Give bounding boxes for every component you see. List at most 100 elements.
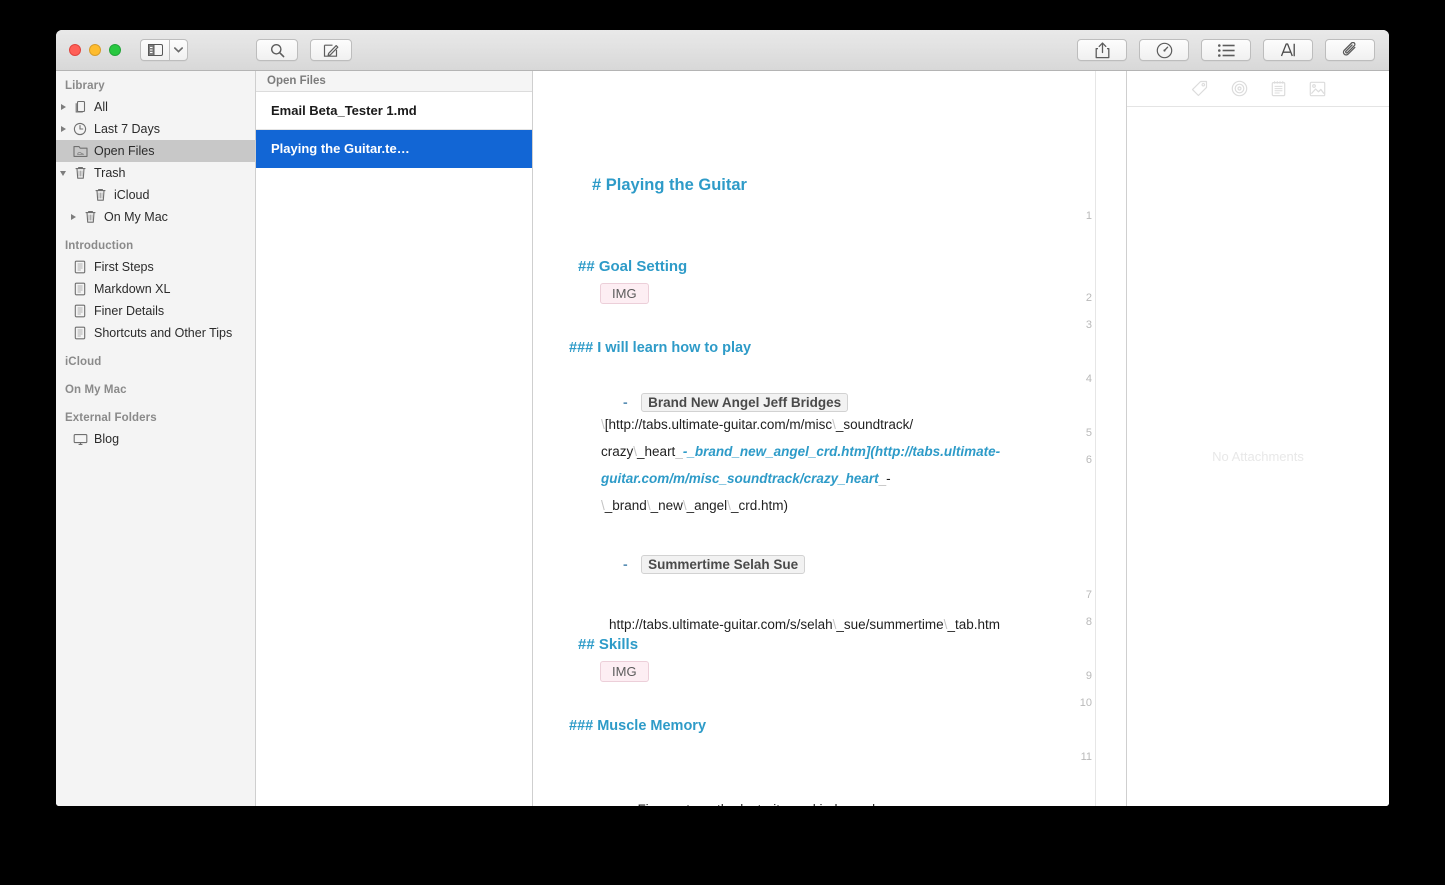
sidebar-group-title-icloud: iCloud	[56, 344, 255, 372]
sidebar-item-label: Blog	[90, 432, 119, 446]
disclosure-triangle[interactable]	[56, 126, 70, 132]
sidebar-item-shortcuts-and-other-tips[interactable]: Shortcuts and Other Tips	[56, 322, 255, 344]
line-number-gutter	[1095, 71, 1126, 806]
sidebar-item-first-steps[interactable]: First Steps	[56, 256, 255, 278]
sidebar-item-blog[interactable]: Blog	[56, 428, 255, 450]
disclosure-triangle[interactable]	[56, 171, 70, 176]
text-format-icon	[1280, 42, 1296, 58]
list-item-brand-new-angel: - Brand New Angel Jeff Bridges	[623, 393, 848, 412]
list-item[interactable]: Playing the Guitar.te…	[256, 130, 532, 168]
line-number: 2	[1066, 292, 1092, 304]
tab-target[interactable]	[1231, 80, 1248, 97]
search-button[interactable]	[256, 39, 298, 61]
document-icon	[70, 304, 90, 318]
dashboard-button[interactable]	[1139, 39, 1189, 61]
file-list-header: Open Files	[256, 71, 532, 92]
line-number: 10	[1066, 697, 1092, 709]
link-text: _new	[651, 498, 683, 513]
link-line-4: \_brand\_new\_angel\_crd.htm)	[601, 492, 1071, 519]
paperclip-icon	[1342, 42, 1359, 58]
sidebar-toggle-group	[140, 39, 188, 61]
compose-button[interactable]	[310, 39, 352, 61]
tag-icon	[1191, 80, 1208, 97]
sidebar-group-title-on-my-mac: On My Mac	[56, 372, 255, 400]
sidebar-item-icloud-trash[interactable]: iCloud	[56, 184, 255, 206]
sidebar-icon	[148, 44, 163, 56]
share-button[interactable]	[1077, 39, 1127, 61]
sidebar-item-finer-details[interactable]: Finer Details	[56, 300, 255, 322]
tab-notes[interactable]	[1271, 80, 1286, 97]
library-sidebar[interactable]: Library All	[56, 71, 256, 806]
link-text: _tab.htm	[947, 617, 1000, 632]
image-placeholder-badge[interactable]: IMG	[600, 661, 649, 682]
open-files-list[interactable]: Open Files Email Beta_Tester 1.md Playin…	[256, 71, 533, 806]
document-icon	[70, 260, 90, 274]
sidebar-item-open-files[interactable]: Open Files	[56, 140, 255, 162]
img-badge-label: IMG	[600, 661, 649, 682]
link-line-2: crazy\_heart_-_brand_new_angel_crd.htm](…	[601, 438, 1071, 492]
app-window: Library All	[56, 30, 1389, 806]
sidebar-item-label: Markdown XL	[90, 282, 170, 296]
tab-images[interactable]	[1309, 81, 1326, 97]
toolbar-mid-group	[256, 39, 352, 61]
disclosure-triangle[interactable]	[66, 214, 80, 220]
toolbar-right-group	[1077, 39, 1375, 61]
sidebar-item-on-my-mac-trash[interactable]: On My Mac	[56, 206, 255, 228]
list-item-finger-strength: - Finger strength, dexterity, and indepe…	[623, 801, 904, 806]
attachments-button[interactable]	[1325, 39, 1375, 61]
list-item-text: Finger strength, dexterity, and independ…	[637, 802, 904, 806]
line-number: 9	[1066, 670, 1092, 682]
sidebar-item-label: Last 7 Days	[90, 122, 160, 136]
sidebar-item-label: First Steps	[90, 260, 154, 274]
notepad-icon	[1271, 80, 1286, 97]
trash-icon	[80, 210, 100, 224]
heading-1: # Playing the Guitar	[592, 176, 747, 195]
heading-2-goal-setting: ## Goal Setting	[578, 258, 687, 275]
trash-icon	[70, 166, 90, 180]
target-icon	[1231, 80, 1248, 97]
format-button[interactable]	[1263, 39, 1313, 61]
disclosure-triangle[interactable]	[56, 104, 70, 110]
trash-icon	[90, 188, 110, 202]
sidebar-item-label: Trash	[90, 166, 126, 180]
sidebar-item-all[interactable]: All	[56, 96, 255, 118]
sidebar-item-last-7-days[interactable]: Last 7 Days	[56, 118, 255, 140]
link-text: _brand	[605, 498, 647, 513]
minimize-window-button[interactable]	[89, 44, 101, 56]
line-number: 3	[1066, 319, 1092, 331]
list-item[interactable]: Email Beta_Tester 1.md	[256, 92, 532, 130]
sidebar-toggle-button[interactable]	[140, 39, 169, 61]
link-text: [http://tabs.ultimate-guitar.com/m/misc	[605, 417, 832, 432]
line-number: 12	[1066, 805, 1092, 806]
sidebar-item-label: On My Mac	[100, 210, 168, 224]
sidebar-item-trash[interactable]: Trash	[56, 162, 255, 184]
sidebar-item-markdown-xl[interactable]: Markdown XL	[56, 278, 255, 300]
sidebar-item-label: Shortcuts and Other Tips	[90, 326, 232, 340]
sidebar-group-title-library: Library	[56, 75, 255, 96]
gauge-icon	[1156, 42, 1173, 59]
chevron-down-icon	[174, 47, 183, 53]
bullet-dash: -	[623, 801, 628, 806]
list-button[interactable]	[1201, 39, 1251, 61]
img-badge-label: IMG	[600, 283, 649, 304]
folder-icon	[70, 145, 90, 158]
escape-underscore: _	[879, 471, 887, 486]
image-placeholder-badge[interactable]: IMG	[600, 283, 649, 304]
code-span: Summertime Selah Sue	[641, 555, 805, 574]
documents-icon	[70, 100, 90, 114]
markdown-editor[interactable]: 1 2 3 4 5 6 7 8 9 10 11 12 13 # Playing …	[533, 71, 1127, 806]
list-icon	[1218, 44, 1235, 57]
zoom-window-button[interactable]	[109, 44, 121, 56]
link-markdown-block-1: \[http://tabs.ultimate-guitar.com/m/misc…	[601, 411, 1071, 519]
sidebar-dropdown-button[interactable]	[169, 39, 188, 61]
list-item-summertime: - Summertime Selah Sue	[623, 555, 805, 574]
share-icon	[1095, 42, 1110, 59]
line-number: 4	[1066, 373, 1092, 385]
close-window-button[interactable]	[69, 44, 81, 56]
link-markdown-block-2: http://tabs.ultimate-guitar.com/s/selah\…	[609, 611, 1000, 638]
code-span: Brand New Angel Jeff Bridges	[641, 393, 848, 412]
inspector-empty-state: No Attachments	[1127, 107, 1389, 806]
link-text: _heart	[637, 444, 675, 459]
tab-tags[interactable]	[1191, 80, 1208, 97]
bullet-dash: -	[623, 394, 628, 410]
